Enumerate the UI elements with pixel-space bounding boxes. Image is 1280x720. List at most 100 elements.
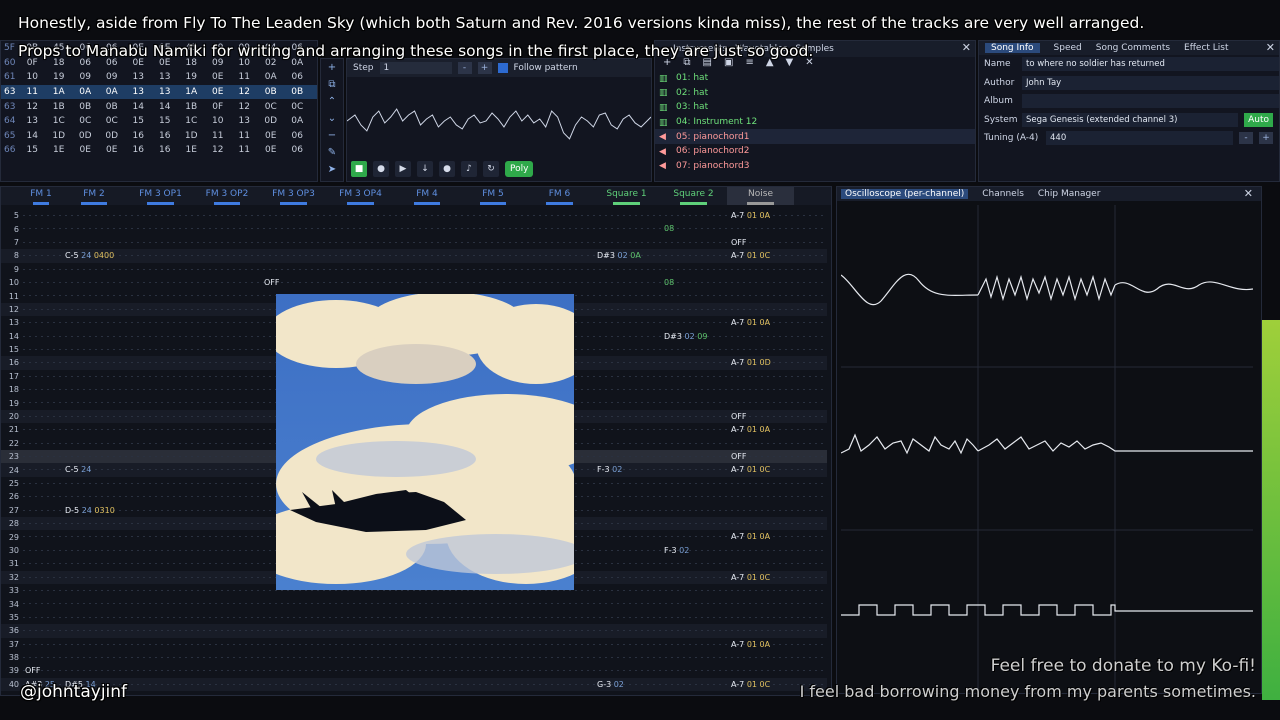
order-cell[interactable]: 0E: [205, 72, 232, 82]
order-cell[interactable]: 09: [72, 72, 99, 82]
order-cell[interactable]: 11: [231, 72, 258, 82]
order-cell[interactable]: 1C: [46, 116, 73, 126]
order-cell[interactable]: 0F: [205, 102, 232, 112]
pattern-row[interactable]: 39 OFF: [1, 664, 827, 677]
order-cell[interactable]: 0D: [258, 116, 285, 126]
instrument-item[interactable]: ▥ 01: hat: [655, 71, 975, 86]
cursor-icon[interactable]: ➤: [323, 163, 341, 177]
repeat-icon[interactable]: ↻: [483, 161, 499, 177]
remove-order-icon[interactable]: −: [323, 129, 341, 143]
order-cell[interactable]: 0C: [258, 102, 285, 112]
duplicate-order-icon[interactable]: ⧉: [323, 78, 341, 92]
instrument-item[interactable]: ◀ 06: pianochord2: [655, 144, 975, 159]
order-cell[interactable]: 0B: [99, 102, 126, 112]
channel-header[interactable]: FM 3 OP3: [260, 187, 327, 205]
pattern-cell[interactable]: A-7 01 0C: [731, 680, 770, 689]
order-cell[interactable]: 12: [205, 145, 232, 155]
pattern-cell[interactable]: A-7 01 0A: [731, 211, 770, 220]
order-row[interactable]: 63 12 1B 0B 0B 14 14 1B 0F 12 0C 0C: [1, 99, 317, 114]
pattern-cell[interactable]: G-3 02: [597, 680, 624, 689]
order-cell[interactable]: 13: [231, 116, 258, 126]
step-row-button[interactable]: ↓: [417, 161, 433, 177]
order-cell[interactable]: 1E: [46, 145, 73, 155]
order-cell[interactable]: 15: [125, 116, 152, 126]
channel-header[interactable]: FM 3 OP2: [194, 187, 260, 205]
pattern-cell[interactable]: D#3 02 0A: [597, 251, 641, 260]
order-cell[interactable]: 0B: [284, 87, 311, 97]
pattern-row[interactable]: 35: [1, 611, 827, 624]
order-cell[interactable]: 0B: [258, 87, 285, 97]
order-cell[interactable]: 11: [231, 145, 258, 155]
order-cell[interactable]: 11: [205, 131, 232, 141]
channel-header[interactable]: FM 3 OP1: [127, 187, 194, 205]
tab-effect-list[interactable]: Effect List: [1184, 43, 1229, 53]
order-cell[interactable]: 13: [152, 72, 179, 82]
poly-button[interactable]: Poly: [505, 161, 534, 177]
order-cell[interactable]: 0C: [99, 116, 126, 126]
tab-chip-manager[interactable]: Chip Manager: [1038, 189, 1101, 199]
order-cell[interactable]: 1B: [178, 102, 205, 112]
follow-pattern-checkbox[interactable]: [497, 63, 508, 73]
channel-header[interactable]: FM 1: [21, 187, 61, 205]
order-cell[interactable]: 0E: [99, 145, 126, 155]
order-cell[interactable]: 14: [19, 131, 46, 141]
order-row[interactable]: 64 13 1C 0C 0C 15 15 1C 10 13 0D 0A: [1, 114, 317, 129]
order-cell[interactable]: 16: [125, 131, 152, 141]
order-cell[interactable]: 0A: [72, 87, 99, 97]
order-cell[interactable]: 10: [19, 72, 46, 82]
tab-song-info[interactable]: Song Info: [985, 43, 1040, 53]
order-row[interactable]: 61 10 19 09 09 13 13 19 0E 11 0A 06: [1, 70, 317, 85]
order-cell[interactable]: 0D: [99, 131, 126, 141]
step-input[interactable]: 1: [379, 62, 452, 74]
pattern-row[interactable]: 37 A-7 01 0A: [1, 638, 827, 651]
pattern-row[interactable]: 36: [1, 624, 827, 638]
tab-song-comments[interactable]: Song Comments: [1096, 43, 1170, 53]
order-cell[interactable]: 1E: [178, 145, 205, 155]
order-row[interactable]: 65 14 1D 0D 0D 16 16 1D 11 11 0E 06: [1, 129, 317, 144]
order-cell[interactable]: 0A: [258, 72, 285, 82]
pattern-cell[interactable]: A-7 01 0C: [731, 251, 770, 260]
order-cell[interactable]: 15: [152, 116, 179, 126]
order-cell[interactable]: 0E: [72, 145, 99, 155]
move-up-icon[interactable]: ⌃: [323, 95, 341, 109]
pattern-cell[interactable]: F-3 02: [597, 465, 622, 474]
tab-speed[interactable]: Speed: [1054, 43, 1082, 53]
pattern-cell[interactable]: C-5 24: [65, 465, 91, 474]
channel-header[interactable]: Noise: [727, 187, 794, 205]
record-button[interactable]: ●: [439, 161, 455, 177]
order-cell[interactable]: 13: [125, 87, 152, 97]
order-cell[interactable]: 1B: [46, 102, 73, 112]
instrument-item[interactable]: ◀ 07: pianochord3: [655, 159, 975, 174]
pattern-cell[interactable]: OFF: [264, 278, 280, 287]
order-cell[interactable]: 1D: [46, 131, 73, 141]
pattern-cell[interactable]: 08: [664, 224, 674, 233]
order-cell[interactable]: 0E: [205, 87, 232, 97]
channel-header[interactable]: Square 2: [660, 187, 727, 205]
pattern-row[interactable]: 34: [1, 597, 827, 610]
order-cell[interactable]: 06: [284, 145, 311, 155]
close-icon[interactable]: ✕: [1266, 41, 1275, 54]
tuning-decrease-button[interactable]: -: [1239, 132, 1253, 145]
pattern-cell[interactable]: OFF: [731, 238, 747, 247]
tab-channels[interactable]: Channels: [982, 189, 1024, 199]
instrument-item[interactable]: ◀ 05: pianochord1: [655, 129, 975, 144]
order-cell[interactable]: 1A: [178, 87, 205, 97]
channel-header[interactable]: FM 3 OP4: [327, 187, 394, 205]
order-cell[interactable]: 14: [152, 102, 179, 112]
order-cell[interactable]: 15: [19, 145, 46, 155]
pattern-row[interactable]: 7 OFF: [1, 236, 827, 249]
pattern-row[interactable]: 5 A-7 01 0A: [1, 209, 827, 222]
pattern-cell[interactable]: A-7 01 0C: [731, 465, 770, 474]
pattern-cell[interactable]: A-7 01 0A: [731, 640, 770, 649]
edit-mode-icon[interactable]: ✎: [323, 146, 341, 160]
step-increase-button[interactable]: +: [477, 62, 492, 74]
pattern-cell[interactable]: OFF: [25, 666, 41, 675]
pattern-row[interactable]: 38: [1, 651, 827, 664]
order-cell[interactable]: 0E: [258, 145, 285, 155]
pattern-cell[interactable]: F-3 02: [664, 546, 689, 555]
song-name-field[interactable]: to where no soldier has returned: [1022, 57, 1279, 72]
order-cell[interactable]: 1A: [46, 87, 73, 97]
order-cell[interactable]: 0C: [284, 102, 311, 112]
order-row[interactable]: 63 11 1A 0A 0A 13 13 1A 0E 12 0B 0B: [1, 84, 317, 100]
pattern-cell[interactable]: C-5 24 0400: [65, 251, 114, 260]
